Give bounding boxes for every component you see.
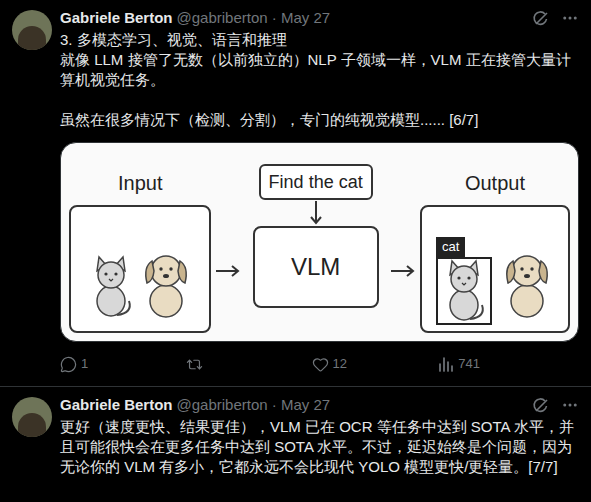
text-line: 虽然在很多情况下（检测、分割），专门的纯视觉模型...... [6/7]: [60, 110, 579, 130]
tweet-text: 更好（速度更快、结果更佳），VLM 已在 OCR 等任务中达到 SOTA 水平，…: [60, 417, 579, 477]
like-count: 12: [333, 354, 347, 374]
text-line: 3. 多模态学习、视觉、语言和推理: [60, 30, 579, 50]
like-icon: [312, 356, 329, 373]
author-name[interactable]: Gabriele Berton: [60, 394, 173, 417]
cat-icon: [87, 255, 135, 319]
cat-icon: [440, 259, 488, 323]
action-bar: 1 12 741: [60, 354, 480, 374]
output-box: cat: [420, 205, 570, 333]
input-box: [69, 205, 211, 333]
tweet-text: 3. 多模态学习、视觉、语言和推理就像 LLM 接管了无数（以前独立的）NLP …: [60, 30, 579, 130]
grok-icon[interactable]: [532, 10, 549, 27]
grok-icon[interactable]: [532, 397, 549, 414]
tweet[interactable]: Gabriele Berton@gabriberton · May 27更好（速…: [0, 387, 591, 477]
input-panel: Input: [69, 169, 211, 333]
output-label: Output: [465, 169, 525, 197]
avatar[interactable]: [12, 397, 52, 437]
more-icon[interactable]: [561, 9, 579, 27]
prompt-box: Find the cat: [259, 164, 373, 200]
tweet-header: Gabriele Berton@gabriberton · May 27: [60, 8, 579, 28]
reply-icon: [60, 356, 77, 373]
author-name[interactable]: Gabriele Berton: [60, 7, 173, 30]
text-line: 更好（速度更快、结果更佳），VLM 已在 OCR 等任务中达到 SOTA 水平，…: [60, 417, 579, 477]
like-button[interactable]: 12: [312, 354, 352, 374]
repost-button[interactable]: [186, 356, 226, 373]
timeline: Gabriele Berton@gabriberton · May 273. 多…: [0, 0, 591, 502]
input-label: Input: [118, 169, 162, 197]
views-icon: [437, 356, 454, 373]
text-line: 就像 LLM 接管了无数（以前独立的）NLP 子领域一样，VLM 正在接管大量计…: [60, 50, 579, 90]
vlm-box: VLM: [253, 226, 379, 308]
author-meta: @gabriberton · May 27: [177, 7, 331, 30]
reply-button[interactable]: 1: [60, 354, 100, 374]
arrow-right-icon: [390, 264, 416, 278]
arrow-right-icon: [215, 264, 241, 278]
bounding-box: cat: [436, 257, 492, 325]
tweet-header: Gabriele Berton@gabriberton · May 27: [60, 395, 579, 415]
box-label: cat: [436, 237, 465, 257]
output-panel: Output cat: [420, 169, 570, 333]
views-button[interactable]: 741: [437, 354, 480, 374]
tweet-image[interactable]: Input Find the cat VLM Output cat: [60, 142, 579, 342]
avatar[interactable]: [12, 10, 52, 50]
tweet[interactable]: Gabriele Berton@gabriberton · May 273. 多…: [0, 0, 591, 387]
dog-icon: [139, 249, 193, 319]
repost-icon: [186, 356, 203, 373]
author-meta: @gabriberton · May 27: [177, 394, 331, 417]
views-count: 741: [458, 354, 480, 374]
model-column: Find the cat VLM: [245, 164, 385, 333]
reply-count: 1: [81, 354, 88, 374]
dog-icon: [500, 249, 554, 319]
arrow-down-icon: [309, 200, 323, 226]
more-icon[interactable]: [561, 396, 579, 414]
